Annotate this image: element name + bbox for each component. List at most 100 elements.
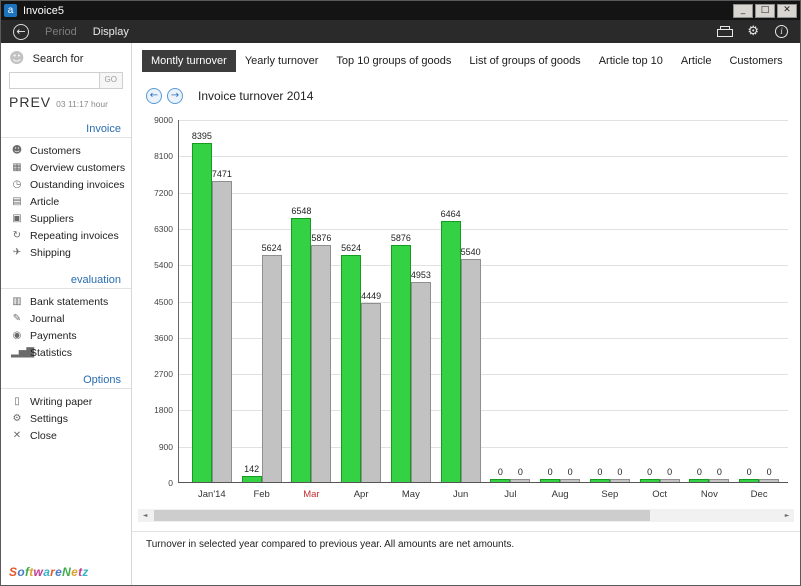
bar — [341, 255, 361, 482]
bar-value-label: 0 — [617, 468, 622, 477]
bar-groups: 83957471Jan'141425624Feb65485876Mar56244… — [187, 120, 784, 482]
payments-icon: ◉ — [11, 331, 23, 341]
bar — [709, 479, 729, 482]
bar-previous-year: 0 — [560, 120, 580, 482]
tab-yearly-turnover[interactable]: Yearly turnover — [236, 50, 328, 72]
period-button[interactable]: Period — [45, 26, 77, 38]
prev-row: PREV 03 11:17 hour — [1, 91, 131, 110]
info-icon[interactable]: i — [775, 25, 788, 38]
scroll-left-icon[interactable]: ◄ — [138, 512, 152, 519]
bar-previous-year: 5540 — [461, 120, 481, 482]
bar — [739, 479, 759, 482]
bar-value-label: 0 — [747, 468, 752, 477]
sidebar-item-label: Settings — [30, 413, 68, 425]
bar — [510, 479, 530, 482]
sidebar-item-journal[interactable]: ✎Journal — [1, 310, 131, 327]
tab-montly-turnover[interactable]: Montly turnover — [142, 50, 236, 72]
sidebar-item-oustanding-invoices[interactable]: ◷Oustanding invoices — [1, 176, 131, 193]
person-icon: ☻ — [9, 51, 25, 66]
bar — [212, 181, 232, 482]
tab-article[interactable]: Article — [672, 50, 721, 72]
tab-list-of-groups-of-goods[interactable]: List of groups of goods — [460, 50, 589, 72]
bar-value-label: 5540 — [461, 248, 481, 257]
bar-value-label: 4449 — [361, 292, 381, 301]
bar-value-label: 5876 — [311, 234, 331, 243]
sidebar-item-article[interactable]: ▤Article — [1, 193, 131, 210]
window-title: Invoice5 — [23, 5, 64, 17]
bar-group-jan-14: 83957471Jan'14 — [187, 120, 237, 482]
bar-previous-year: 0 — [759, 120, 779, 482]
main-content: Montly turnoverYearly turnoverTop 10 gro… — [132, 43, 800, 585]
tab-customers[interactable]: Customers — [720, 50, 791, 72]
bar-value-label: 0 — [767, 468, 772, 477]
sidebar: ☻ Search for GO PREV 03 11:17 hour Invoi… — [1, 43, 132, 585]
horizontal-scrollbar[interactable]: ◄ ► — [138, 509, 794, 522]
sidebar-item-label: Repeating invoices — [30, 230, 119, 242]
close-icon: ✕ — [11, 431, 23, 441]
y-axis-tick-label: 5400 — [154, 261, 173, 270]
tab-top-10-groups-of-goods[interactable]: Top 10 groups of goods — [327, 50, 460, 72]
window-controls: _ □ ✕ — [733, 4, 797, 18]
bar-previous-year: 0 — [660, 120, 680, 482]
sidebar-item-label: Shipping — [30, 247, 71, 259]
sidebar-item-repeating-invoices[interactable]: ↻Repeating invoices — [1, 227, 131, 244]
print-icon[interactable] — [717, 26, 731, 37]
bar-selected-year: 0 — [640, 120, 660, 482]
search-label: Search for — [33, 53, 84, 65]
sidebar-item-suppliers[interactable]: ▣Suppliers — [1, 210, 131, 227]
sidebar-item-payments[interactable]: ◉Payments — [1, 327, 131, 344]
sidebar-item-statistics[interactable]: ▂▅▇Statistics — [1, 344, 131, 361]
bar-value-label: 0 — [717, 468, 722, 477]
sidebar-item-close[interactable]: ✕Close — [1, 427, 131, 444]
scroll-right-icon[interactable]: ► — [780, 512, 794, 519]
back-icon[interactable]: ← — [13, 24, 29, 40]
chart-next-icon[interactable]: → — [167, 88, 183, 104]
settings-icon: ⚙ — [11, 414, 23, 424]
bar-value-label: 0 — [697, 468, 702, 477]
bar-previous-year: 5876 — [311, 120, 331, 482]
bar-value-label: 6548 — [291, 207, 311, 216]
bar — [540, 479, 560, 482]
y-axis-tick-label: 1800 — [154, 406, 173, 415]
scroll-track[interactable] — [152, 509, 780, 522]
sidebar-item-writing-paper[interactable]: ▯Writing paper — [1, 393, 131, 410]
display-button[interactable]: Display — [93, 26, 129, 38]
bar — [262, 255, 282, 482]
sidebar-item-customers[interactable]: ☻ Customers — [1, 142, 131, 159]
sidebar-item-overview-customers[interactable]: ▦Overview customers — [1, 159, 131, 176]
search-input[interactable] — [10, 73, 99, 88]
y-axis-tick-label: 4500 — [154, 298, 173, 307]
toolbar-right: ⚙ i — [717, 25, 788, 38]
bar-previous-year: 4953 — [411, 120, 431, 482]
suppliers-icon: ▣ — [11, 214, 23, 224]
close-window-button[interactable]: ✕ — [777, 4, 797, 18]
customers-icon: ☻ — [11, 146, 23, 156]
minimize-button[interactable]: _ — [733, 4, 753, 18]
sidebar-item-bank-statements[interactable]: ▥Bank statements — [1, 293, 131, 310]
maximize-button[interactable]: □ — [755, 4, 775, 18]
chart-plot: 83957471Jan'141425624Feb65485876Mar56244… — [178, 120, 788, 483]
gear-icon[interactable]: ⚙ — [747, 25, 759, 38]
bar-value-label: 0 — [647, 468, 652, 477]
bar — [689, 479, 709, 482]
app-window: a Invoice5 _ □ ✕ ← Period Display ⚙ i ☻ … — [0, 0, 801, 586]
bar-group-jun: 64645540Jun — [436, 120, 486, 482]
bar — [590, 479, 610, 482]
tab-article-top-10[interactable]: Article top 10 — [590, 50, 672, 72]
go-button[interactable]: GO — [99, 73, 122, 88]
bar-selected-year: 0 — [590, 120, 610, 482]
sidebar-item-label: Customers — [30, 145, 81, 157]
app-icon: a — [4, 4, 17, 17]
bar-value-label: 0 — [498, 468, 503, 477]
bar-previous-year: 0 — [709, 120, 729, 482]
sidebar-item-settings[interactable]: ⚙ Settings — [1, 410, 131, 427]
scroll-thumb[interactable] — [154, 510, 650, 521]
sidebar-item-shipping[interactable]: ✈Shipping — [1, 244, 131, 261]
chart-title: Invoice turnover 2014 — [198, 89, 313, 103]
chart-prev-icon[interactable]: ← — [146, 88, 162, 104]
sidebar-item-label: Article — [30, 196, 59, 208]
bar-previous-year: 7471 — [212, 120, 232, 482]
bar-value-label: 0 — [667, 468, 672, 477]
tab-bar: Montly turnoverYearly turnoverTop 10 gro… — [142, 50, 800, 72]
bar — [361, 303, 381, 482]
